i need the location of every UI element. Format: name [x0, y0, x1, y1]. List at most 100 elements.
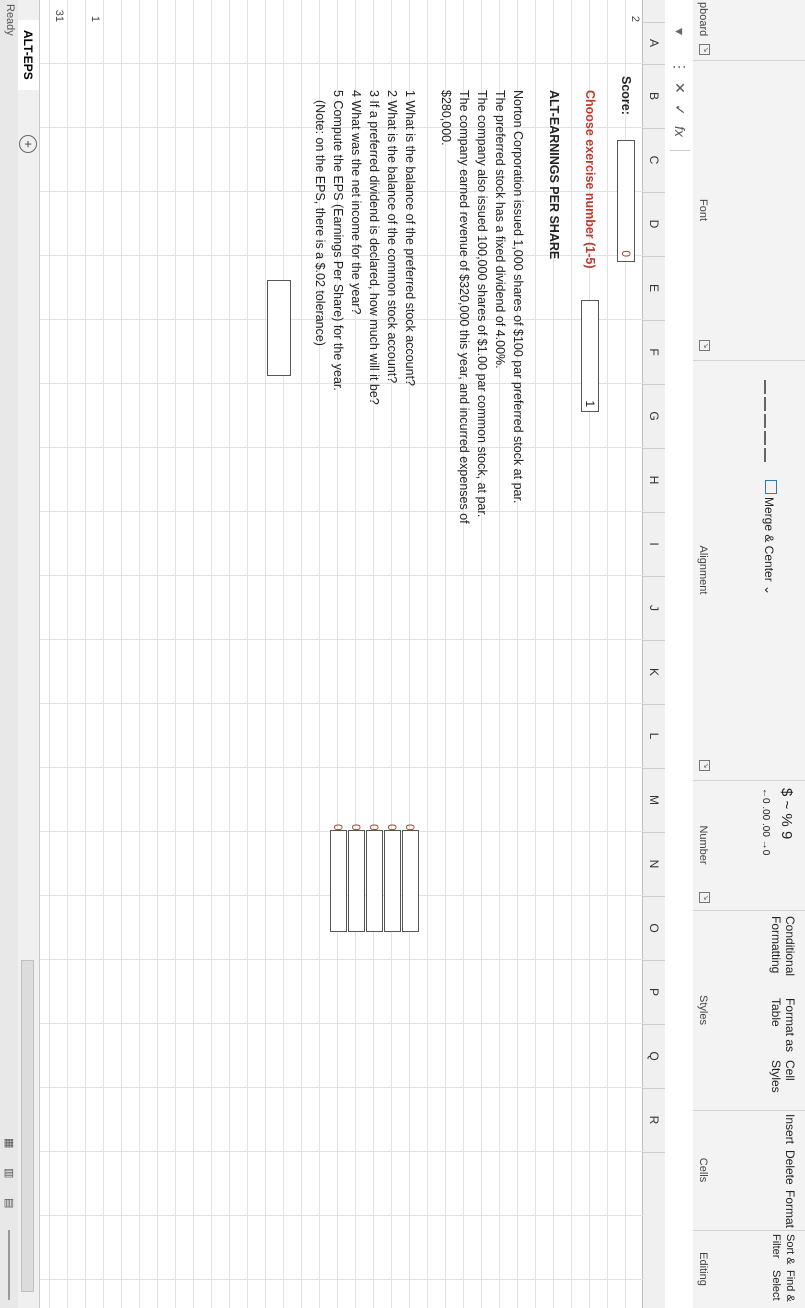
decimal-buttons[interactable]: ←0 .00 .00 →0 [760, 788, 771, 855]
number-group-label: Number [697, 825, 709, 865]
choose-exercise-label: Choose exercise number (1-5) [583, 90, 597, 269]
column-header[interactable]: F [643, 320, 665, 385]
sheet-title: ALT-EARNINGS PER SHARE [547, 90, 561, 260]
paragraph-line: The company earned revenue of $320,000 t… [457, 90, 471, 524]
column-header[interactable]: D [643, 192, 665, 257]
score-label: Score: [619, 76, 633, 115]
column-header[interactable]: N [643, 832, 665, 897]
question-2: 2 What is the balance of the common stoc… [385, 90, 399, 384]
column-header[interactable]: G [643, 384, 665, 449]
alignment-group-label: Alignment [697, 545, 709, 595]
merge-center-label: Merge & Center [762, 497, 776, 582]
exercise-number-input[interactable]: 1 [581, 300, 599, 412]
horizontal-scrollbar[interactable] [21, 960, 34, 1292]
column-header[interactable]: K [643, 640, 665, 705]
answer-5-input[interactable] [330, 830, 347, 932]
selected-cell[interactable] [267, 280, 291, 376]
sort-filter-button[interactable]: Sort & Filter [769, 1234, 797, 1268]
column-header[interactable]: R [643, 1088, 665, 1153]
column-header[interactable]: P [643, 960, 665, 1025]
status-bar: Ready ▦ ▥ ▤ [0, 0, 18, 1308]
question-1: 1 What is the balance of the preferred s… [403, 90, 417, 387]
editing-group-label: Editing [697, 1252, 709, 1286]
add-sheet-button[interactable]: + [19, 135, 37, 153]
merge-center-icon [765, 480, 777, 494]
worksheet-grid[interactable]: 2 1 31 Score: 0 Choose exercise number (… [40, 0, 643, 1308]
answer-2-value: 0 [385, 824, 399, 831]
paragraph-line: Norton Corporation issued 1,000 shares o… [511, 90, 525, 504]
merge-center-button[interactable]: Merge & Center ⌄ [762, 480, 777, 595]
answer-3-input[interactable] [366, 830, 383, 932]
page-layout-icon[interactable]: ▥ [3, 1168, 16, 1178]
find-select-button[interactable]: Find & Select [769, 1270, 797, 1306]
column-header[interactable]: Q [643, 1024, 665, 1089]
answer-1-input[interactable] [402, 830, 419, 932]
status-ready: Ready [4, 4, 16, 36]
number-format-buttons[interactable]: $ ~ % 9 [778, 788, 795, 839]
formula-bar: ▾ ⋮ ✕ ✓ fx [664, 0, 693, 1308]
normal-view-icon[interactable]: ▦ [3, 1138, 16, 1148]
eps-note: (Note: on the EPS, there is a $.02 toler… [313, 100, 327, 346]
font-group-label: Font [697, 198, 709, 221]
excel-window: pboard ↘ Font ↘ Merge & Center ⌄ Alignme… [0, 0, 805, 1308]
conditional-formatting-button[interactable]: Conditional Formatting [769, 916, 797, 986]
row-number[interactable]: 31 [53, 0, 65, 22]
alignment-group: Merge & Center ⌄ Alignment ↘ [693, 360, 805, 781]
more-icon: ⋮ [672, 60, 688, 74]
answer-5-value: 0 [331, 824, 345, 831]
name-box-chevron-icon[interactable]: ▾ [671, 28, 688, 35]
score-value: 0 [619, 250, 633, 257]
column-header[interactable]: I [643, 512, 665, 577]
column-header[interactable]: H [643, 448, 665, 513]
sheet-tab-alt-eps[interactable]: ALT-EPS [15, 20, 39, 90]
column-header[interactable]: E [643, 256, 665, 321]
cells-group: Insert Delete Format Cells [693, 1110, 805, 1231]
clipboard-group: pboard ↘ [693, 0, 805, 61]
alignment-launcher-icon[interactable]: ↘ [699, 760, 710, 771]
answer-3-value: 0 [367, 824, 381, 831]
insert-button[interactable]: Insert [783, 1114, 797, 1144]
zoom-slider[interactable] [8, 1230, 10, 1300]
fx-icon[interactable]: fx [672, 126, 688, 137]
styles-group: Conditional Formatting Format as Table C… [693, 910, 805, 1111]
number-group: $ ~ % 9 ←0 .00 .00 →0 Number ↘ [693, 780, 805, 911]
ribbon: pboard ↘ Font ↘ Merge & Center ⌄ Alignme… [692, 0, 805, 1308]
page-break-icon[interactable]: ▤ [3, 1198, 16, 1208]
column-header[interactable]: L [643, 704, 665, 769]
editing-group: Sort & Filter Find & Select Editing [693, 1230, 805, 1308]
format-as-table-button[interactable]: Format as Table [769, 998, 797, 1054]
column-header[interactable]: B [643, 64, 665, 129]
select-all-corner[interactable] [643, 0, 665, 23]
answer-4-value: 0 [349, 824, 363, 831]
row-number[interactable]: 2 [629, 0, 641, 22]
question-3: 3 If a preferred dividend is declared, h… [367, 90, 381, 405]
answer-1-value: 0 [403, 824, 417, 831]
number-launcher-icon[interactable]: ↘ [699, 892, 710, 903]
column-header[interactable]: J [643, 576, 665, 641]
row-number[interactable]: 1 [89, 0, 101, 22]
column-header[interactable]: M [643, 768, 665, 833]
plus-icon: + [21, 140, 36, 148]
column-header[interactable]: O [643, 896, 665, 961]
score-cell[interactable]: 0 [617, 140, 635, 262]
exercise-number-value: 1 [583, 400, 597, 407]
column-header[interactable]: A [643, 22, 665, 65]
chevron-down-icon: ⌄ [762, 585, 776, 596]
formula-input[interactable] [670, 150, 690, 1301]
column-header[interactable]: C [643, 128, 665, 193]
font-group: Font ↘ [693, 60, 805, 361]
column-headers: A B C D E F G H I J K L M N O P Q R [642, 0, 665, 1308]
cancel-icon[interactable]: ✕ [671, 82, 688, 94]
question-5: 5 Compute the EPS (Earnings Per Share) f… [331, 90, 345, 391]
cell-styles-button[interactable]: Cell Styles [769, 1060, 797, 1104]
font-launcher-icon[interactable]: ↘ [699, 340, 710, 351]
align-lines-icon[interactable] [761, 380, 775, 465]
answer-4-input[interactable] [348, 830, 365, 932]
enter-icon[interactable]: ✓ [671, 104, 688, 116]
format-button[interactable]: Format [783, 1190, 797, 1228]
styles-group-label: Styles [697, 995, 709, 1025]
clipboard-launcher-icon[interactable]: ↘ [699, 44, 710, 55]
answer-2-input[interactable] [384, 830, 401, 932]
paragraph-line: The preferred stock has a fixed dividend… [493, 90, 507, 369]
delete-button[interactable]: Delete [783, 1150, 797, 1185]
